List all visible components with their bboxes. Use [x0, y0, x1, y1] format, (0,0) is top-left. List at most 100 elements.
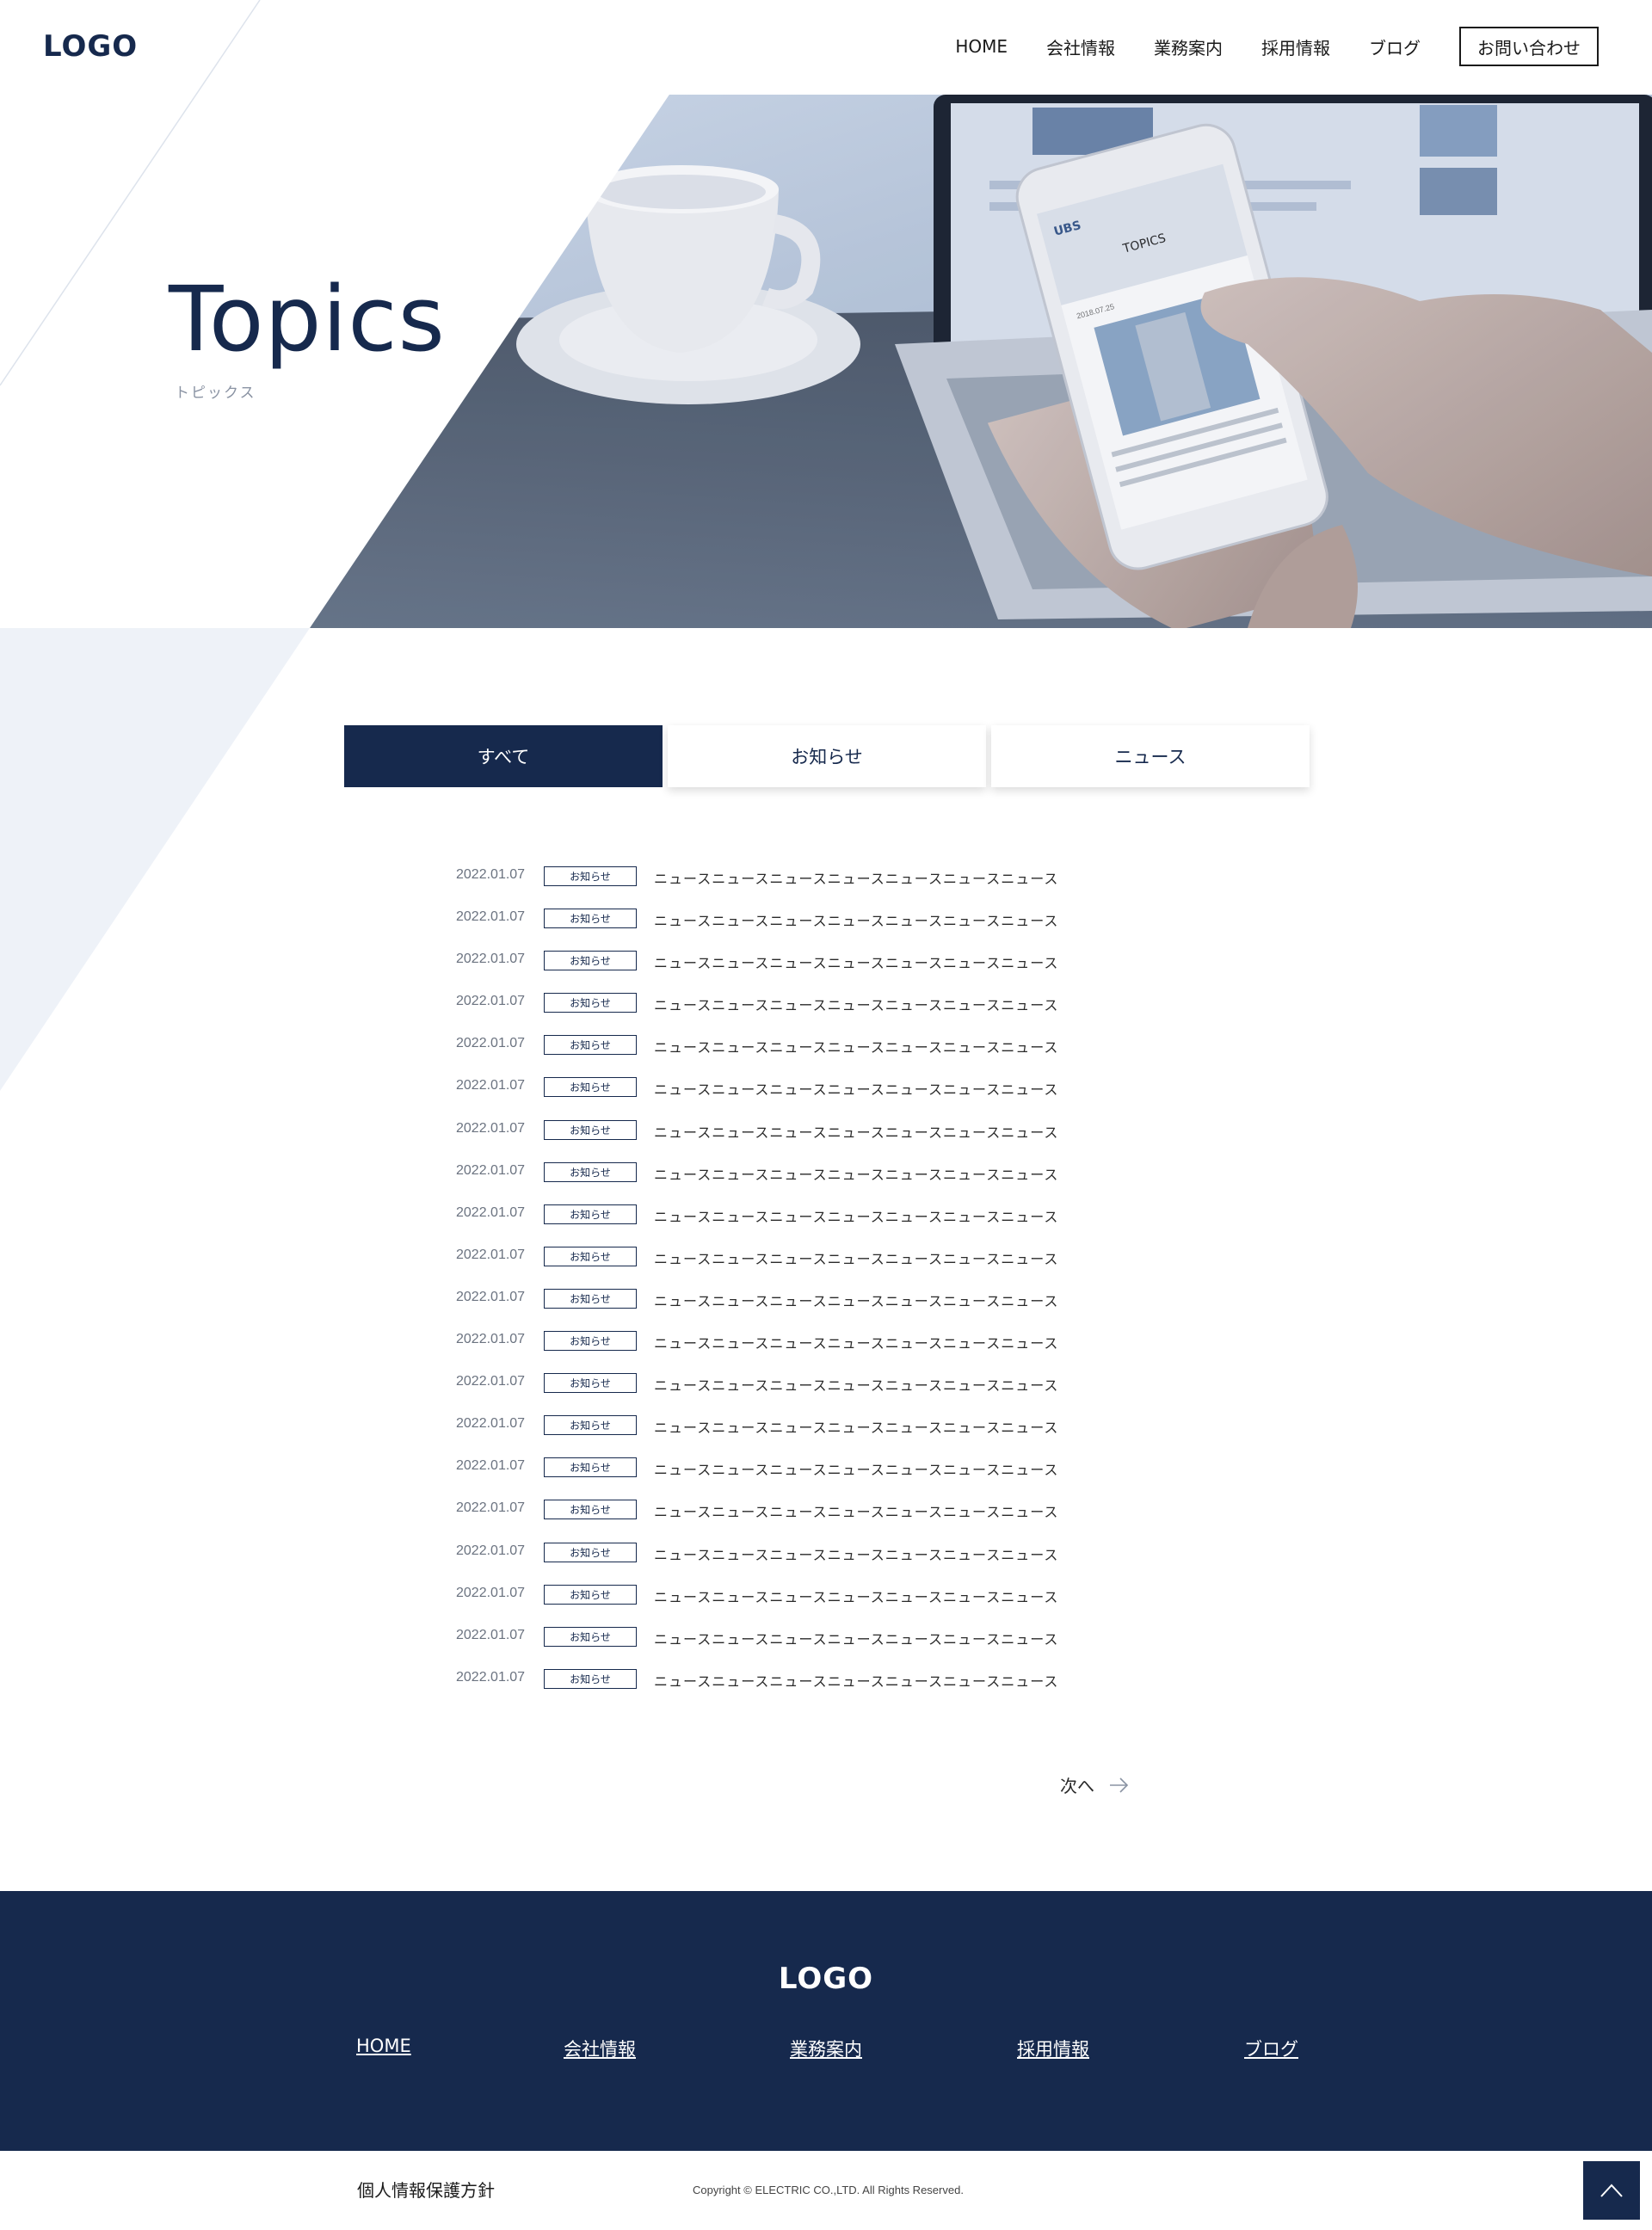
news-title[interactable]: ニュースニュースニュースニュースニュースニュースニュース: [654, 1665, 1058, 1691]
category-badge: お知らせ: [544, 993, 637, 1013]
news-row[interactable]: 2022.01.07 お知らせ ニュースニュースニュースニュースニュースニュースニュ…: [456, 1580, 1230, 1623]
footer-link-blog[interactable]: ブログ: [1244, 2036, 1298, 2061]
next-page-link[interactable]: 次へ: [1060, 1772, 1131, 1797]
page-subtitle: トピックス: [175, 385, 256, 402]
news-row[interactable]: 2022.01.07 お知らせ ニュースニュースニュースニュースニュースニュースニュ…: [456, 1411, 1230, 1453]
tab-notice[interactable]: お知らせ: [668, 725, 986, 787]
news-row[interactable]: 2022.01.07 お知らせ ニュースニュースニュースニュースニュースニュースニュ…: [456, 1200, 1230, 1242]
news-date: 2022.01.07: [456, 1500, 526, 1516]
privacy-policy-link[interactable]: 個人情報保護方針: [357, 2177, 495, 2202]
news-title[interactable]: ニュースニュースニュースニュースニュースニュースニュース: [654, 946, 1058, 972]
footer-link-home[interactable]: HOME: [356, 2036, 411, 2056]
site-footer: LOGO HOME 会社情報 業務案内 採用情報 ブログ: [0, 1891, 1652, 2151]
news-title[interactable]: ニュースニュースニュースニュースニュースニュースニュース: [654, 1073, 1058, 1099]
news-row[interactable]: 2022.01.07 お知らせ ニュースニュースニュースニュースニュースニュースニュ…: [456, 946, 1230, 989]
news-row[interactable]: 2022.01.07 お知らせ ニュースニュースニュースニュースニュースニュースニュ…: [456, 1538, 1230, 1580]
news-row[interactable]: 2022.01.07 お知らせ ニュースニュースニュースニュースニュースニュースニュ…: [456, 1453, 1230, 1495]
news-date: 2022.01.07: [456, 952, 526, 967]
news-title[interactable]: ニュースニュースニュースニュースニュースニュースニュース: [654, 1284, 1058, 1310]
category-badge: お知らせ: [544, 1204, 637, 1224]
news-row[interactable]: 2022.01.07 お知らせ ニュースニュースニュースニュースニュースニュースニュ…: [456, 1242, 1230, 1284]
news-title[interactable]: ニュースニュースニュースニュースニュースニュースニュース: [654, 1158, 1058, 1184]
next-label: 次へ: [1060, 1776, 1094, 1796]
news-date: 2022.01.07: [456, 1374, 526, 1389]
news-date: 2022.01.07: [456, 1078, 526, 1093]
news-title[interactable]: ニュースニュースニュースニュースニュースニュースニュース: [654, 1623, 1058, 1648]
news-row[interactable]: 2022.01.07 お知らせ ニュースニュースニュースニュースニュースニュースニュ…: [456, 1623, 1230, 1665]
news-date: 2022.01.07: [456, 1543, 526, 1558]
category-tabs: すべて お知らせ ニュース: [344, 725, 1310, 787]
nav-item-services[interactable]: 業務案内: [1154, 34, 1223, 59]
category-badge: お知らせ: [544, 1331, 637, 1352]
news-row[interactable]: 2022.01.07 お知らせ ニュースニュースニュースニュースニュースニュースニュ…: [456, 1665, 1230, 1707]
category-badge: お知らせ: [544, 1288, 637, 1309]
news-title[interactable]: ニュースニュースニュースニュースニュースニュースニュース: [654, 904, 1058, 930]
tab-news[interactable]: ニュース: [991, 725, 1310, 787]
footer-link-company[interactable]: 会社情報: [564, 2036, 636, 2061]
news-title[interactable]: ニュースニュースニュースニュースニュースニュースニュース: [654, 1495, 1058, 1521]
category-badge: お知らせ: [544, 1457, 637, 1478]
category-badge: お知らせ: [544, 1246, 637, 1266]
news-title[interactable]: ニュースニュースニュースニュースニュースニュースニュース: [654, 1369, 1058, 1395]
news-title[interactable]: ニュースニュースニュースニュースニュースニュースニュース: [654, 1538, 1058, 1564]
category-badge: お知らせ: [544, 1542, 637, 1562]
news-row[interactable]: 2022.01.07 お知らせ ニュースニュースニュースニュースニュースニュースニュ…: [456, 1369, 1230, 1411]
nav-item-company[interactable]: 会社情報: [1046, 34, 1115, 59]
news-title[interactable]: ニュースニュースニュースニュースニュースニュースニュース: [654, 1411, 1058, 1437]
category-badge: お知らせ: [544, 1161, 637, 1182]
news-row[interactable]: 2022.01.07 お知らせ ニュースニュースニュースニュースニュースニュースニュ…: [456, 1158, 1230, 1200]
news-date: 2022.01.07: [456, 1120, 526, 1136]
category-badge: お知らせ: [544, 909, 637, 929]
arrow-right-icon: [1110, 1777, 1129, 1793]
news-title[interactable]: ニュースニュースニュースニュースニュースニュースニュース: [654, 1116, 1058, 1142]
news-row[interactable]: 2022.01.07 お知らせ ニュースニュースニュースニュースニュースニュースニュ…: [456, 1031, 1230, 1073]
news-date: 2022.01.07: [456, 1416, 526, 1432]
news-title[interactable]: ニュースニュースニュースニュースニュースニュースニュース: [654, 989, 1058, 1014]
news-date: 2022.01.07: [456, 867, 526, 882]
news-title[interactable]: ニュースニュースニュースニュースニュースニュースニュース: [654, 862, 1058, 888]
news-date: 2022.01.07: [456, 1204, 526, 1220]
news-date: 2022.01.07: [456, 1332, 526, 1347]
news-date: 2022.01.07: [456, 909, 526, 925]
category-badge: お知らせ: [544, 951, 637, 971]
news-list: 2022.01.07 お知らせ ニュースニュースニュースニュースニュースニュースニュ…: [456, 862, 1230, 1707]
news-date: 2022.01.07: [456, 1162, 526, 1178]
news-title[interactable]: ニュースニュースニュースニュースニュースニュースニュース: [654, 1200, 1058, 1226]
nav-item-home[interactable]: HOME: [955, 36, 1008, 57]
news-row[interactable]: 2022.01.07 お知らせ ニュースニュースニュースニュースニュースニュースニュ…: [456, 904, 1230, 946]
category-badge: お知らせ: [544, 1584, 637, 1605]
category-badge: お知らせ: [544, 1626, 637, 1647]
news-title[interactable]: ニュースニュースニュースニュースニュースニュースニュース: [654, 1580, 1058, 1606]
nav-item-blog[interactable]: ブログ: [1369, 34, 1421, 59]
tab-all[interactable]: すべて: [344, 725, 663, 787]
footer-link-recruit[interactable]: 採用情報: [1017, 2036, 1089, 2061]
page-title: Topics: [169, 267, 446, 372]
logo[interactable]: LOGO: [43, 29, 138, 64]
category-badge: お知らせ: [544, 1373, 637, 1394]
news-title[interactable]: ニュースニュースニュースニュースニュースニュースニュース: [654, 1453, 1058, 1479]
chevron-up-icon: [1600, 2184, 1623, 2197]
news-row[interactable]: 2022.01.07 お知らせ ニュースニュースニュースニュースニュースニュースニュ…: [456, 1116, 1230, 1158]
bottom-bar: 個人情報保護方針 Copyright © ELECTRIC CO.,LTD. A…: [0, 2151, 1652, 2230]
footer-logo[interactable]: LOGO: [0, 1962, 1652, 1996]
footer-link-services[interactable]: 業務案内: [790, 2036, 862, 2061]
news-row[interactable]: 2022.01.07 お知らせ ニュースニュースニュースニュースニュースニュースニュ…: [456, 989, 1230, 1031]
page-top-button[interactable]: [1583, 2161, 1640, 2220]
contact-button[interactable]: お問い合わせ: [1459, 27, 1599, 66]
news-row[interactable]: 2022.01.07 お知らせ ニュースニュースニュースニュースニュースニュースニュ…: [456, 862, 1230, 904]
news-title[interactable]: ニュースニュースニュースニュースニュースニュースニュース: [654, 1327, 1058, 1352]
global-nav: HOME 会社情報 業務案内 採用情報 ブログ お問い合わせ: [955, 26, 1652, 67]
category-badge: お知らせ: [544, 1668, 637, 1689]
site-header: LOGO HOME 会社情報 業務案内 採用情報 ブログ お問い合わせ: [0, 0, 1652, 95]
category-badge: お知らせ: [544, 1119, 637, 1140]
nav-item-recruit[interactable]: 採用情報: [1261, 34, 1330, 59]
news-row[interactable]: 2022.01.07 お知らせ ニュースニュースニュースニュースニュースニュースニュ…: [456, 1495, 1230, 1537]
news-title[interactable]: ニュースニュースニュースニュースニュースニュースニュース: [654, 1031, 1058, 1056]
news-title[interactable]: ニュースニュースニュースニュースニュースニュースニュース: [654, 1242, 1058, 1268]
news-row[interactable]: 2022.01.07 お知らせ ニュースニュースニュースニュースニュースニュースニュ…: [456, 1327, 1230, 1369]
category-badge: お知らせ: [544, 866, 637, 886]
news-row[interactable]: 2022.01.07 お知らせ ニュースニュースニュースニュースニュースニュースニュ…: [456, 1284, 1230, 1327]
news-row[interactable]: 2022.01.07 お知らせ ニュースニュースニュースニュースニュースニュースニュ…: [456, 1073, 1230, 1115]
news-date: 2022.01.07: [456, 994, 526, 1009]
news-date: 2022.01.07: [456, 1458, 526, 1474]
